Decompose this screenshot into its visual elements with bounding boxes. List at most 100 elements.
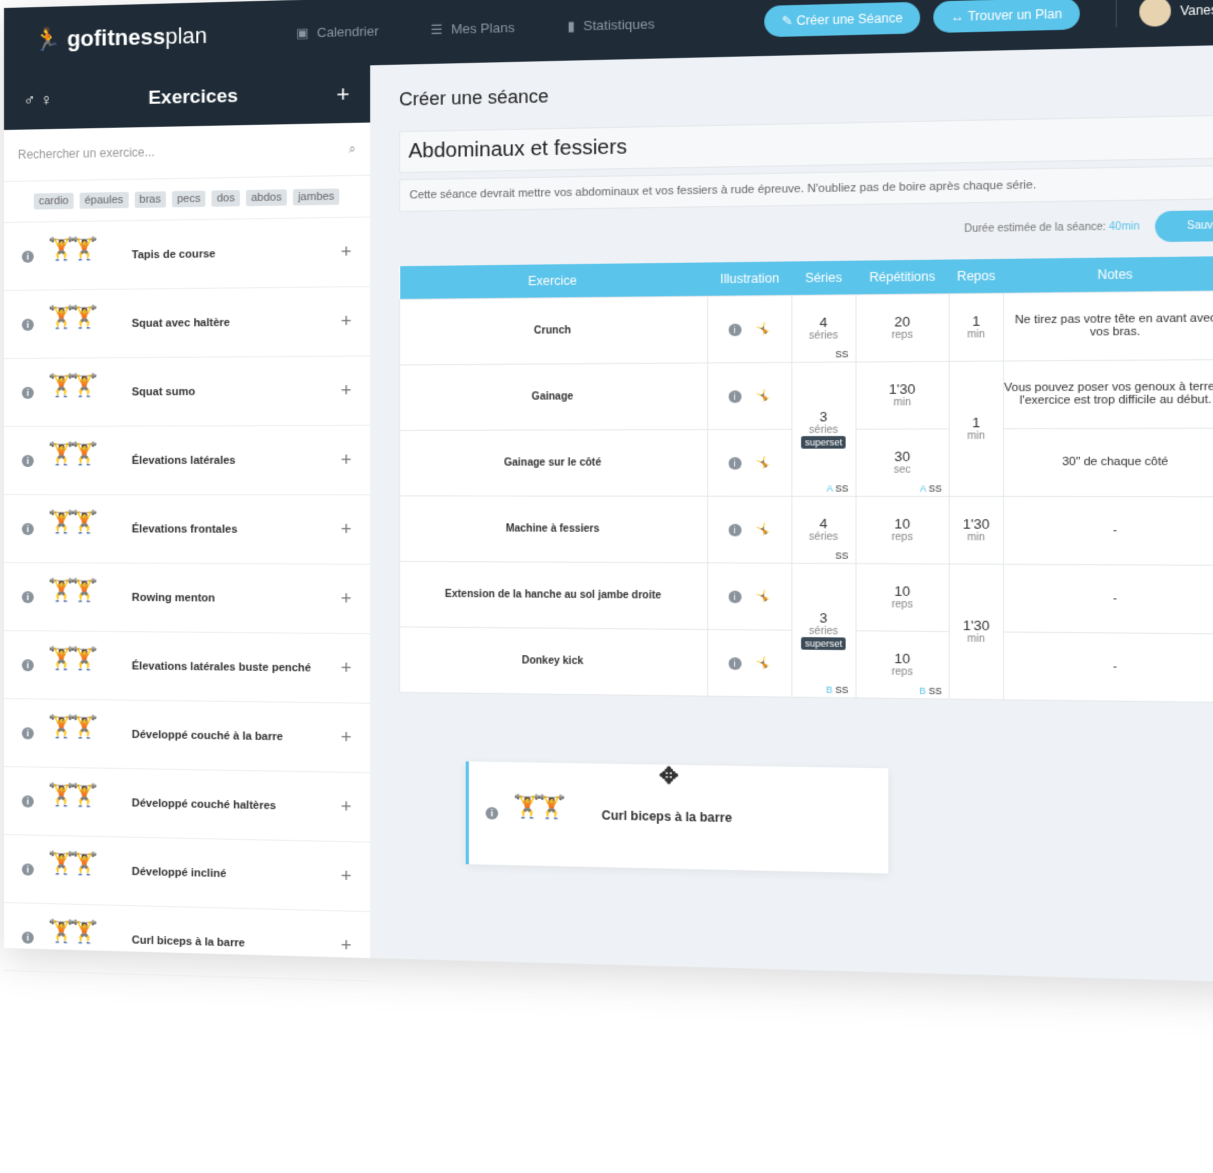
exercise-illustration: 🏋🏋 — [47, 303, 95, 330]
exercise-list-item[interactable]: i 🏋🏋 Élevations latérales + — [4, 425, 371, 496]
info-icon[interactable]: i — [728, 590, 742, 603]
note-cell: Vous pouvez poser vos genoux à terre si … — [1003, 359, 1213, 429]
info-icon[interactable]: i — [21, 794, 34, 808]
add-icon[interactable]: + — [341, 727, 352, 749]
superset-toggle[interactable]: A SS — [920, 483, 942, 494]
info-icon[interactable]: i — [21, 862, 34, 876]
exercise-illustration: 🤸 — [756, 590, 772, 603]
add-icon[interactable]: + — [341, 935, 352, 957]
create-session-button[interactable]: ✎ Créer une Séance — [764, 1, 921, 38]
info-icon[interactable]: i — [485, 807, 499, 820]
add-icon[interactable]: + — [341, 519, 352, 540]
illustration-cell: i 🤸 — [707, 562, 792, 630]
filter-tag[interactable]: pecs — [171, 190, 206, 208]
info-icon[interactable]: i — [21, 454, 34, 467]
exercise-list-item[interactable]: i 🏋🏋 Élevations frontales + — [4, 495, 371, 565]
info-icon[interactable]: i — [21, 386, 34, 399]
illustration-cell: i 🤸 — [707, 294, 792, 363]
filter-tag[interactable]: dos — [211, 190, 240, 207]
exercise-list-item[interactable]: i 🏋🏋 Développé couché à la barre + — [4, 699, 371, 774]
exercise-list-item[interactable]: i 🏋🏋 Squat avec haltère + — [4, 286, 371, 359]
exercise-name: Squat sumo — [131, 385, 196, 398]
add-icon[interactable]: + — [341, 865, 352, 887]
exercise-name: Élevations latérales buste penché — [131, 659, 312, 674]
gender-icon[interactable]: ♂ ♀ — [24, 92, 52, 111]
superset-toggle[interactable]: A SS — [827, 483, 849, 494]
exercise-list-item[interactable]: i 🏋🏋 Tapis de course + — [4, 217, 371, 291]
filter-tag[interactable]: abdos — [245, 189, 287, 207]
superset-toggle[interactable]: SS — [835, 348, 848, 359]
reps-value: 20 — [894, 313, 911, 330]
info-icon[interactable]: i — [728, 456, 742, 470]
add-icon[interactable]: + — [336, 81, 349, 108]
nav-mes-plans[interactable]: ☰ Mes Plans — [431, 20, 515, 39]
info-icon[interactable]: i — [21, 250, 34, 263]
move-icon[interactable]: ✥ — [659, 763, 679, 790]
column-header: Séries — [791, 260, 856, 295]
add-icon[interactable]: + — [341, 796, 352, 818]
nav-calendrier[interactable]: ▣ Calendrier — [296, 23, 379, 41]
group-label: B — [919, 685, 926, 696]
exercise-list-item[interactable]: i 🏋🏋 Développé incliné + — [4, 835, 371, 913]
button-label: Trouver un Plan — [967, 6, 1063, 24]
info-icon[interactable]: i — [21, 522, 34, 535]
filter-tag[interactable]: jambes — [292, 188, 340, 206]
info-icon[interactable]: i — [21, 726, 34, 739]
add-icon[interactable]: + — [341, 241, 352, 263]
rest-unit: min — [967, 328, 986, 341]
superset-toggle[interactable]: B SS — [919, 685, 942, 696]
user-menu[interactable]: Vanessa⌄ — [1115, 0, 1213, 28]
exercise-list-item[interactable]: i 🏋🏋 Élevations latérales buste penché + — [4, 631, 371, 704]
reps-cell: 30 sec A SS — [855, 428, 950, 496]
info-icon[interactable]: i — [21, 930, 34, 944]
info-icon[interactable]: i — [21, 658, 34, 671]
filter-tag[interactable]: bras — [134, 191, 166, 208]
info-icon[interactable]: i — [728, 656, 742, 670]
illustration-cell: i 🤸 — [707, 361, 792, 430]
rest-value: 1'30 — [962, 617, 990, 634]
info-icon[interactable]: i — [21, 590, 34, 603]
add-icon[interactable]: + — [341, 588, 352, 609]
session-description-input[interactable]: Cette séance devrait mettre vos abdomina… — [399, 164, 1213, 212]
find-plan-button[interactable]: ↔ Trouver un Plan — [933, 0, 1080, 34]
rest-value: 1'30 — [962, 516, 990, 532]
page-title: Créer une séance — [399, 85, 549, 110]
reps-cell: 10 reps B SS — [855, 630, 950, 699]
list-icon: ☰ — [430, 21, 443, 38]
search-icon[interactable]: ⌕ — [349, 141, 356, 156]
exercise-list-item[interactable]: i 🏋🏋 Rowing menton + — [4, 563, 371, 635]
info-icon[interactable]: i — [728, 523, 742, 536]
exercise-list-item[interactable]: i 🏋🏋 Squat sumo + — [4, 356, 371, 427]
info-icon[interactable]: i — [728, 323, 742, 336]
exercise-name: Crunch — [399, 295, 708, 365]
nav-statistiques[interactable]: ▮ Statistiques — [567, 16, 654, 35]
add-icon[interactable]: + — [341, 311, 352, 333]
exercise-list-item[interactable]: i 🏋🏋 Développé couché haltères + — [4, 767, 371, 843]
superset-toggle[interactable]: B SS — [826, 684, 848, 695]
ss-label: SS — [835, 549, 849, 561]
session-title-input[interactable]: Abdominaux et fessiers — [399, 114, 1213, 174]
filter-tag[interactable]: cardio — [33, 192, 74, 210]
info-icon[interactable]: i — [728, 389, 742, 403]
superset-toggle[interactable]: SS — [835, 550, 848, 561]
exercise-illustration: 🤸 — [756, 389, 772, 403]
logo[interactable]: 🏃 gofitness plan — [34, 20, 296, 53]
reps-unit: reps — [891, 666, 913, 679]
superset-badge: superset — [801, 436, 846, 449]
dragged-exercise[interactable]: ✥ i 🏋🏋 Curl biceps à la barre — [465, 761, 889, 874]
filter-tag[interactable]: épaules — [79, 191, 129, 209]
exercise-illustration: 🏋🏋 — [47, 576, 95, 603]
add-icon[interactable]: + — [341, 657, 352, 679]
exercise-list-item[interactable]: i 🏋🏋 Curl biceps à la barre + — [4, 903, 371, 982]
add-icon[interactable]: + — [341, 380, 352, 401]
exercise-name: Élevations latérales — [131, 454, 236, 467]
add-icon[interactable]: + — [341, 449, 352, 470]
exercise-name: Curl biceps à la barre — [131, 933, 245, 950]
info-icon[interactable]: i — [21, 318, 34, 331]
save-button[interactable]: Sauver — [1155, 209, 1213, 243]
note-cell: - — [1003, 631, 1213, 702]
ss-label: SS — [835, 684, 849, 695]
search-input[interactable]: Rechercher un exercice... ⌕ — [4, 122, 371, 182]
illustration-cell: i 🤸 — [707, 495, 792, 563]
exercise-name: Gainage — [399, 362, 708, 430]
